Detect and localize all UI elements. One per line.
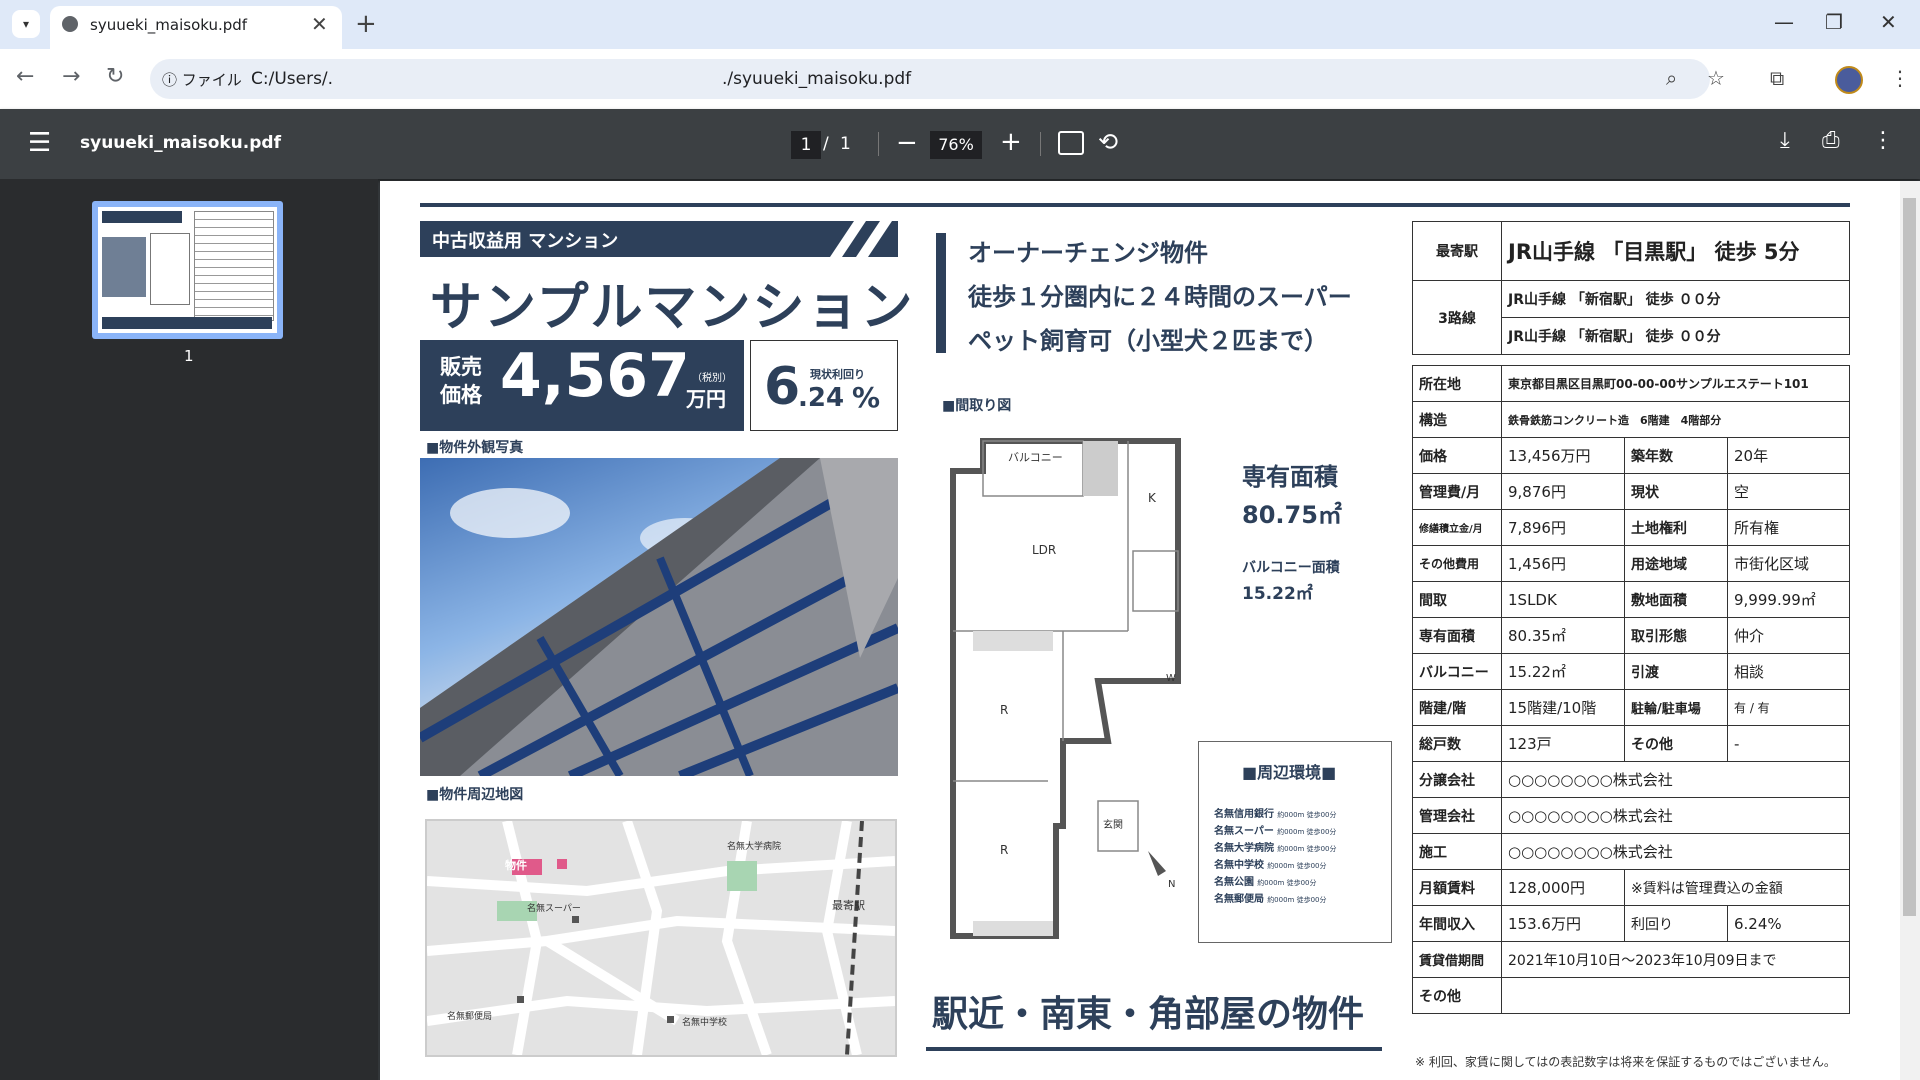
reload-icon[interactable]: ↻ xyxy=(106,64,124,89)
map-hospital-label: 名無大学病院 xyxy=(727,842,782,852)
yield-integer: 6 xyxy=(764,357,801,417)
environs-list: 名無信用銀行 約000m 徒歩00分 名無スーパー 約000m 徒歩00分 名無… xyxy=(1214,805,1384,907)
environs-item: 名無公園 約000m 徒歩00分 xyxy=(1214,877,1317,888)
toolbar-divider xyxy=(878,132,879,156)
plan-label-r2: R xyxy=(1000,843,1009,857)
pdf-file-name: syuueki_maisoku.pdf xyxy=(80,133,281,153)
restore-icon[interactable]: ❐ xyxy=(1825,10,1843,34)
plan-label-k: K xyxy=(1148,491,1156,505)
environs-item: 名無郵便局 約000m 徒歩00分 xyxy=(1214,894,1327,905)
page-total: 1 xyxy=(840,134,851,154)
environs-item: 名無信用銀行 約000m 徒歩00分 xyxy=(1214,809,1337,820)
zoom-out-button[interactable]: − xyxy=(896,128,918,158)
plan-label-r1: R xyxy=(1000,703,1009,717)
headline-bar xyxy=(936,233,946,353)
window-close-icon[interactable]: ✕ xyxy=(1880,10,1897,34)
environs-heading: ■周辺環境■ xyxy=(1242,763,1337,782)
extensions-icon[interactable]: ⧉ xyxy=(1770,66,1784,90)
floorplan-heading: ■間取り図 xyxy=(942,398,1012,414)
area-label: 専有面積 xyxy=(1242,463,1338,491)
zoom-icon[interactable]: ⌕ xyxy=(1666,66,1677,90)
price-tax-note: （税別） xyxy=(692,373,732,384)
map-heading: ■物件周辺地図 xyxy=(426,787,524,803)
thumbnail-page-number: 1 xyxy=(184,347,194,365)
nearest-label: 最寄駅 xyxy=(1412,221,1502,281)
area-map: 物件 名無大学病院 名無スーパー 最寄駅 名無郵便局 名無中学校 xyxy=(425,819,897,1057)
yield-label: 現状利回り xyxy=(810,368,865,381)
line-2: JR山手線 「新宿駅」 徒歩 ００分 xyxy=(1501,317,1850,355)
browser-menu-icon[interactable]: ⋮ xyxy=(1890,66,1910,90)
plan-label-entrance: 玄関 xyxy=(1103,820,1123,831)
plan-label-w: W xyxy=(1166,673,1176,684)
top-rule xyxy=(420,203,1850,207)
price-unit: 万円 xyxy=(686,387,726,411)
print-icon[interactable]: ⎙ xyxy=(1822,128,1840,153)
more-options-icon[interactable]: ⋮ xyxy=(1872,128,1894,153)
building-photo xyxy=(420,458,898,776)
headline-2: 徒歩１分圏内に２４時間のスーパー xyxy=(968,283,1352,311)
map-supermarket-label: 名無スーパー xyxy=(527,904,581,914)
area-value: 80.75㎡ xyxy=(1242,501,1342,529)
spec-table: 所在地 東京都目黒区目黒町00-00-00サンプルエステート101 構造 鉄骨鉄筋コ… xyxy=(1412,365,1850,1014)
new-tab-button[interactable]: + xyxy=(355,9,377,39)
map-post-label: 名無郵便局 xyxy=(447,1012,493,1022)
sidebar-menu-icon[interactable]: ☰ xyxy=(28,128,51,158)
pdf-page: 中古収益用 マンション サンプルマンション 販売 価格 4,567 （税別） 万円… xyxy=(380,181,1900,1080)
address-file: ./syuueki_maisoku.pdf xyxy=(722,69,912,89)
floor-plan: バルコニー K LDR R R 玄関 W N xyxy=(948,431,1196,943)
headline-1: オーナーチェンジ物件 xyxy=(968,239,1208,267)
photo-heading: ■物件外観写真 xyxy=(426,440,524,456)
close-tab-icon[interactable]: ✕ xyxy=(311,12,328,36)
map-school-label: 名無中学校 xyxy=(682,1018,728,1028)
bookmark-star-icon[interactable]: ☆ xyxy=(1707,66,1725,90)
banner-stripes xyxy=(830,221,892,257)
thumbnail-preview xyxy=(98,207,277,333)
yield-percent: % xyxy=(852,381,881,414)
profile-avatar[interactable] xyxy=(1835,66,1863,94)
minimize-icon[interactable]: — xyxy=(1774,10,1794,34)
address-path: C:/Users/. xyxy=(251,69,334,89)
rotate-icon[interactable]: ⟲ xyxy=(1098,128,1118,156)
tab-search-button[interactable]: ▾ xyxy=(12,10,40,38)
fit-page-icon[interactable] xyxy=(1058,131,1084,155)
map-property-label: 物件 xyxy=(505,859,527,872)
map-station-label: 最寄駅 xyxy=(832,899,865,912)
globe-icon xyxy=(62,16,78,32)
price-label: 販売 価格 xyxy=(440,355,482,407)
plan-label-north: N xyxy=(1168,879,1176,890)
lines-label: 3路線 xyxy=(1412,280,1502,355)
page-separator: / xyxy=(823,134,829,154)
zoom-in-button[interactable]: + xyxy=(1000,127,1022,157)
line-1: JR山手線 「新宿駅」 徒歩 ００分 xyxy=(1501,280,1850,318)
yield-decimal: .24 xyxy=(798,383,845,413)
headline-3: ペット飼育可（小型犬２匹まで） xyxy=(968,327,1328,355)
station-table: 最寄駅 JR山手線 「目黒駅」 徒歩 5分 3路線 JR山手線 「新宿駅」 徒歩… xyxy=(1412,221,1850,355)
disclaimer: ※ 利回、家賃に関してはの表記数字は将来を保証するものではございません。 xyxy=(1415,1055,1836,1069)
scrollbar-thumb[interactable] xyxy=(1903,198,1916,916)
nearest-value: JR山手線 「目黒駅」 徒歩 5分 xyxy=(1501,221,1850,281)
environs-item: 名無中学校 約000m 徒歩00分 xyxy=(1214,860,1327,871)
forward-icon[interactable]: → xyxy=(62,64,80,89)
zoom-level-input[interactable]: 76% xyxy=(930,131,982,159)
address-scheme: ファイル xyxy=(181,71,242,89)
property-name: サンプルマンション xyxy=(430,278,915,338)
slogan: 駅近・南東・角部屋の物件 xyxy=(932,994,1365,1035)
site-info-button[interactable]: ⓘ ファイル xyxy=(162,69,242,90)
plan-label-ldr: LDR xyxy=(1032,543,1057,557)
balcony-area-value: 15.22㎡ xyxy=(1242,584,1313,604)
back-icon[interactable]: ← xyxy=(16,64,34,89)
environs-item: 名無スーパー 約000m 徒歩00分 xyxy=(1214,826,1337,837)
toolbar-divider xyxy=(1040,132,1041,156)
download-icon[interactable]: ⤓ xyxy=(1780,128,1790,153)
plan-label-balcony: バルコニー xyxy=(1008,451,1063,464)
category-label: 中古収益用 マンション xyxy=(432,231,619,252)
page-number-input[interactable]: 1 xyxy=(791,131,821,159)
environs-item: 名無大学病院 約000m 徒歩00分 xyxy=(1214,843,1337,854)
slogan-rule xyxy=(926,1047,1382,1051)
balcony-area-label: バルコニー面積 xyxy=(1242,560,1340,576)
tab-title: syuueki_maisoku.pdf xyxy=(90,16,248,34)
price-value: 4,567 xyxy=(500,341,690,411)
address-bar[interactable] xyxy=(150,59,1710,99)
